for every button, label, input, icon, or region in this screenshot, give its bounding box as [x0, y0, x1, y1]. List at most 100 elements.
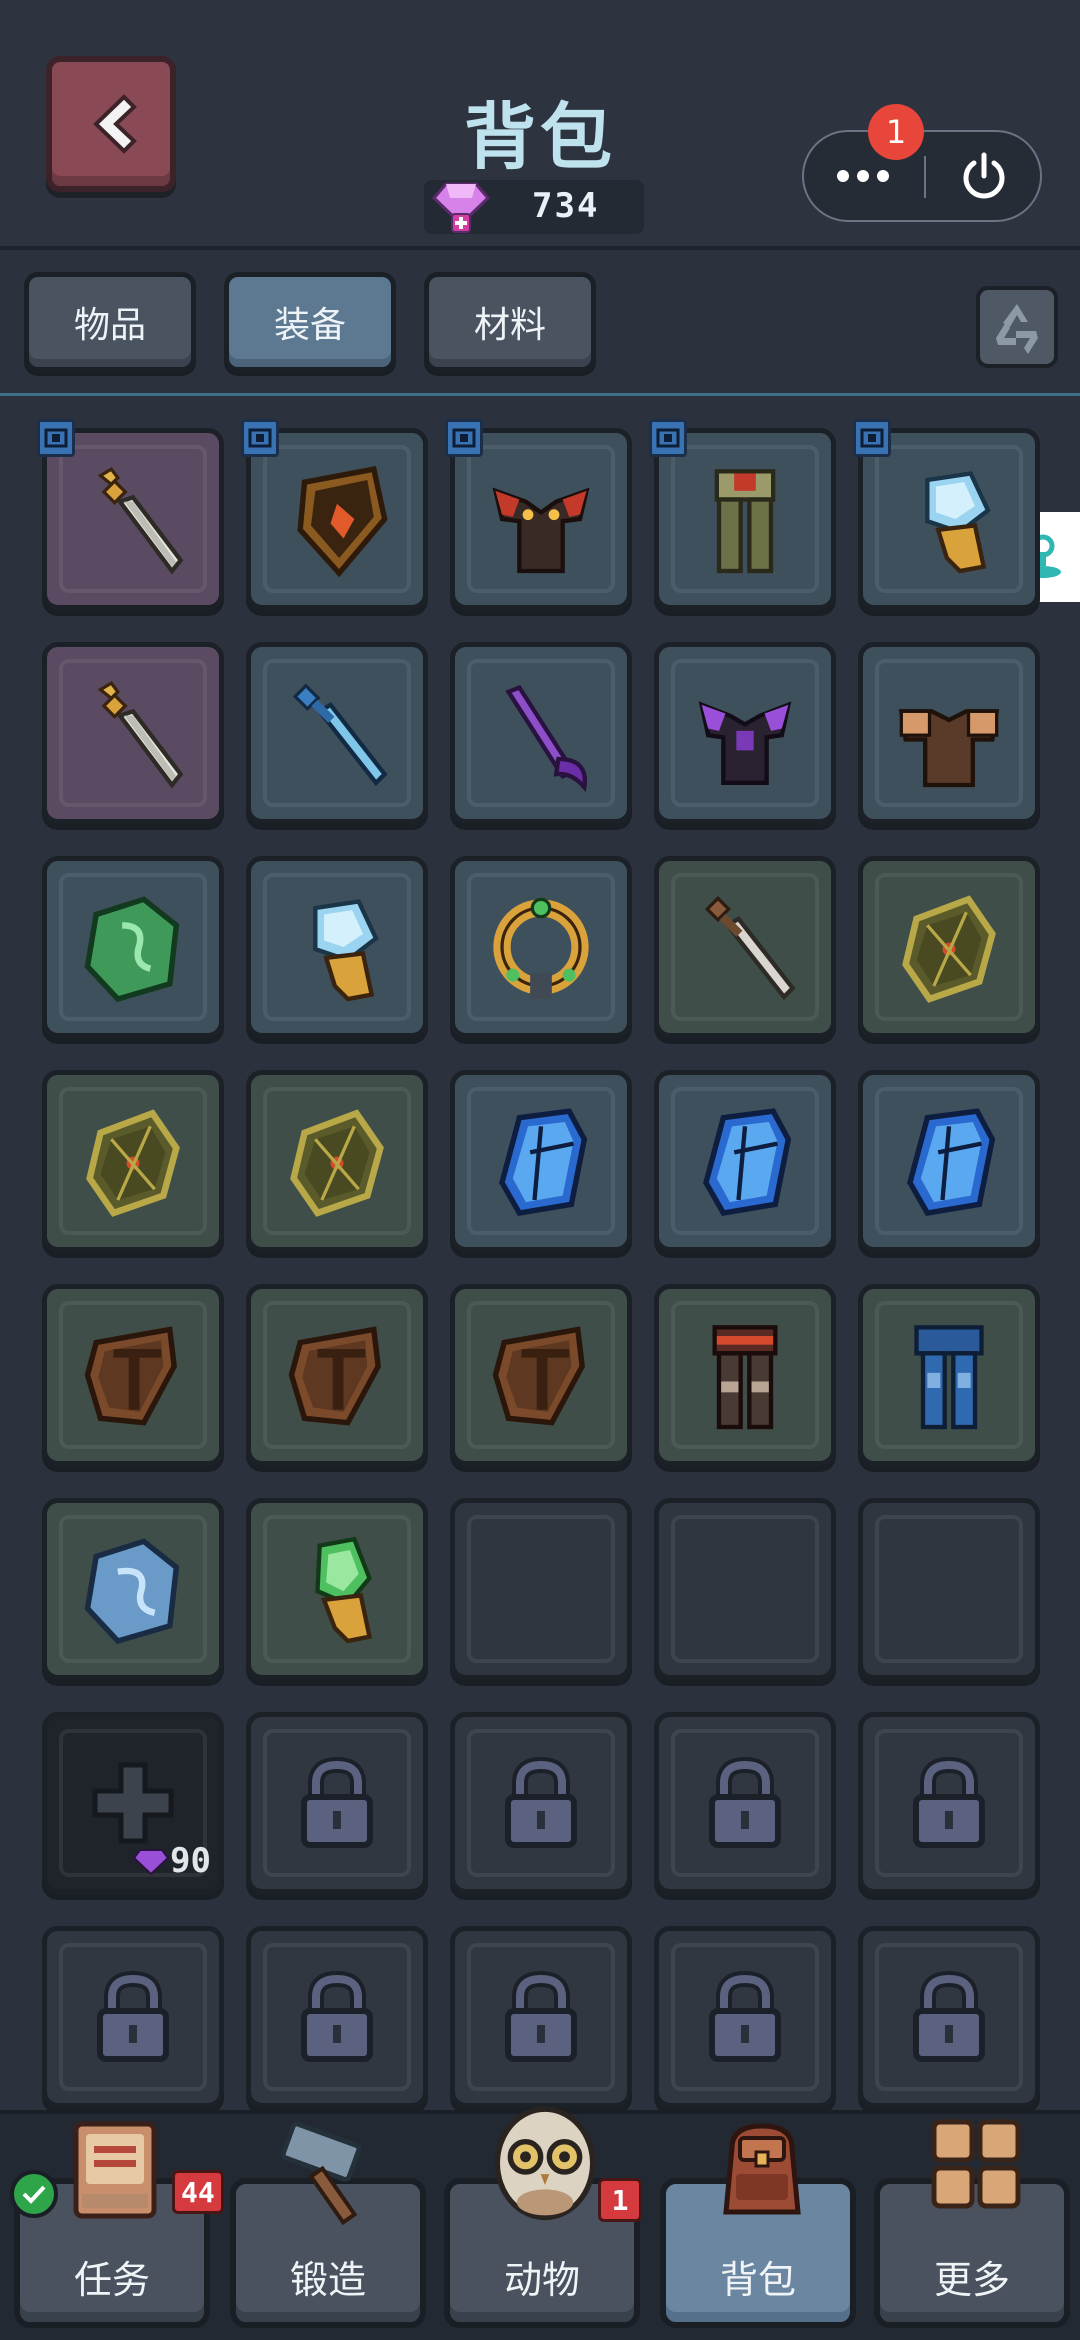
lock-icon [505, 1970, 577, 2062]
locked-slot[interactable] [858, 1926, 1040, 2108]
iron-sword-icon [704, 896, 796, 1001]
equipment-slot[interactable] [246, 642, 428, 824]
animals-count-badge: 1 [598, 2178, 642, 2222]
equipment-slot[interactable] [858, 856, 1040, 1038]
slot-frame [59, 1943, 207, 2091]
blue-sword-icon [292, 683, 388, 787]
locked-slot[interactable] [858, 1712, 1040, 1894]
flame-shield-icon [297, 466, 388, 578]
plus-icon [92, 1762, 174, 1844]
locked-slot[interactable] [246, 1712, 428, 1894]
top-header: 背包 734 1 [0, 0, 1080, 250]
add-slot-cost: 90 [132, 1841, 211, 1881]
lock-icon [505, 1756, 577, 1848]
slot-frame [59, 873, 207, 1021]
nav-backpack-label: 背包 [719, 2258, 796, 2302]
equipment-slot[interactable] [858, 1284, 1040, 1466]
purple-gem-icon [132, 1849, 170, 1876]
nav-quest-button[interactable]: 44 任务 [10, 2121, 224, 2328]
locked-slot[interactable] [450, 1926, 632, 2108]
slot-frame [263, 659, 411, 807]
locked-slot[interactable] [654, 1926, 836, 2108]
nav-animals-button[interactable]: 1 动物 [444, 2106, 642, 2328]
nav-forge-button[interactable]: 锻造 [230, 2121, 426, 2328]
slot-frame [263, 1301, 411, 1449]
equipped-tag-icon [241, 419, 279, 457]
locked-slot[interactable] [450, 1712, 632, 1894]
tab-items[interactable]: 物品 [24, 272, 196, 372]
add-slot-button[interactable]: 90 [42, 1712, 224, 1894]
equipment-slot[interactable] [42, 1070, 224, 1252]
recycle-icon [996, 304, 1038, 354]
equipment-slot[interactable] [42, 1498, 224, 1680]
tab-materials[interactable]: 材料 [424, 272, 596, 372]
equipment-slot[interactable] [246, 1284, 428, 1466]
lock-icon [97, 1970, 169, 2062]
slot-frame [671, 445, 819, 593]
slot-frame [263, 873, 411, 1021]
equipment-slot[interactable] [37, 419, 224, 610]
wood-shield-icon [84, 1326, 177, 1426]
equipment-slot[interactable] [246, 1498, 428, 1680]
equipment-slot[interactable] [654, 856, 836, 1038]
equipment-slot[interactable] [858, 642, 1040, 824]
empty-slot[interactable] [654, 1498, 836, 1680]
blue-leggings-icon [914, 1325, 984, 1430]
slot-frame [875, 873, 1023, 1021]
golden-sword-icon [97, 467, 184, 575]
power-icon [963, 152, 1005, 199]
equipment-slot[interactable] [858, 1070, 1040, 1252]
recycle-button[interactable] [976, 286, 1058, 368]
slot-frame [59, 445, 207, 593]
dot-icon [857, 170, 869, 182]
equipment-slot[interactable] [450, 1284, 632, 1466]
equipment-slot[interactable] [654, 1070, 836, 1252]
equipment-slot[interactable] [450, 856, 632, 1038]
equipment-slot[interactable] [241, 419, 428, 610]
equipment-slot[interactable] [42, 856, 224, 1038]
locked-slot[interactable] [42, 1926, 224, 2108]
purple-armor-icon [698, 701, 792, 785]
equipment-slot[interactable] [246, 856, 428, 1038]
empty-slot[interactable] [858, 1498, 1040, 1680]
slot-frame [671, 1301, 819, 1449]
olive-shield-icon [902, 895, 996, 1003]
pink-gem-icon [431, 182, 491, 233]
equipped-tag-icon [37, 419, 75, 457]
red-leggings-icon [712, 1325, 778, 1430]
ice-crystal-icon [313, 899, 379, 1002]
locked-slot[interactable] [246, 1926, 428, 2108]
blue-bracer-icon [703, 1108, 792, 1216]
nav-more-button[interactable]: 更多 [874, 2119, 1070, 2328]
equipment-slot[interactable] [853, 419, 1040, 610]
empty-slot[interactable] [450, 1498, 632, 1680]
slot-frame [671, 659, 819, 807]
equipment-slot[interactable] [450, 1070, 632, 1252]
owl-pet-icon [494, 2106, 596, 2221]
power-button[interactable] [926, 132, 1042, 220]
equipped-tag-icon [445, 419, 483, 457]
backpack-icon [723, 2123, 801, 2215]
equipment-slot[interactable] [450, 642, 632, 824]
slot-frame [467, 445, 615, 593]
equipment-slot[interactable] [649, 419, 836, 610]
lock-icon [913, 1970, 985, 2062]
blue-bracer-icon [499, 1108, 588, 1216]
blue-bracer-icon [907, 1108, 996, 1216]
green-rune-stone-icon [84, 896, 180, 1003]
olive-shield-icon [290, 1109, 384, 1217]
dot-icon [877, 170, 889, 182]
equipment-slot[interactable] [445, 419, 632, 610]
equipment-slot[interactable] [654, 642, 836, 824]
dot-icon [837, 170, 849, 182]
equipment-slot[interactable] [42, 642, 224, 824]
equipment-slot[interactable] [42, 1284, 224, 1466]
equipment-slot[interactable] [654, 1284, 836, 1466]
equipment-slot[interactable] [246, 1070, 428, 1252]
locked-slot[interactable] [654, 1712, 836, 1894]
lock-icon [301, 1970, 373, 2062]
nav-backpack-button[interactable]: 背包 [660, 2123, 856, 2328]
slot-frame [59, 1301, 207, 1449]
slot-frame [467, 873, 615, 1021]
tab-equipment[interactable]: 装备 [224, 272, 396, 372]
